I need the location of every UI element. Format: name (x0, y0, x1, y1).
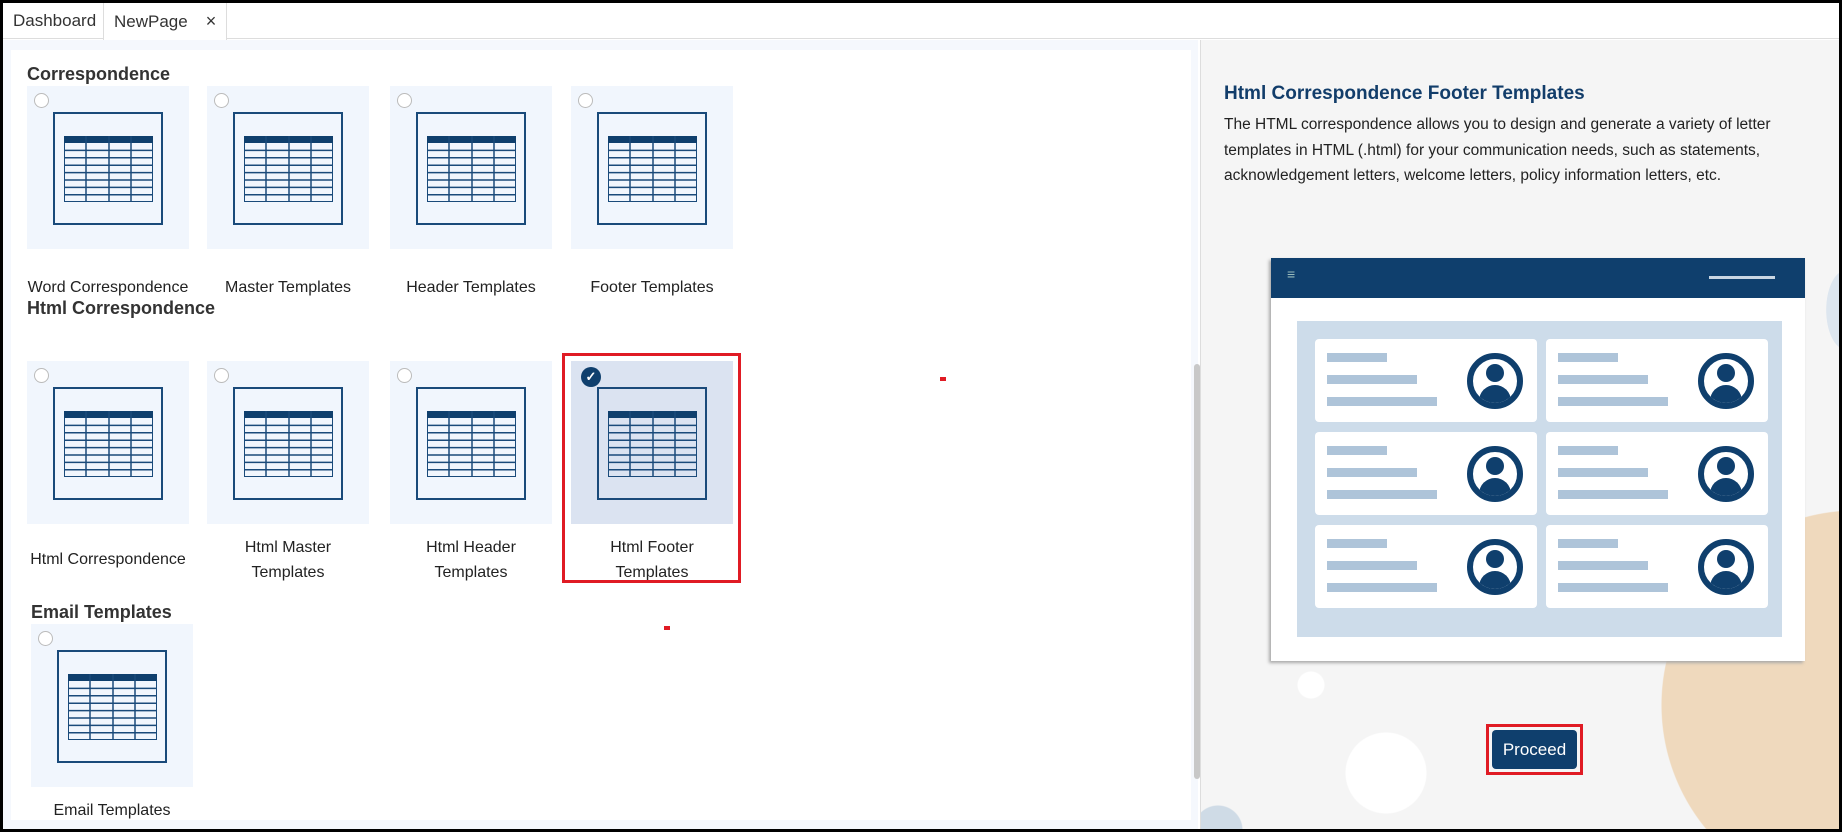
table-icon (608, 136, 697, 202)
radio-button[interactable] (34, 368, 49, 383)
table-icon (244, 136, 333, 202)
user-avatar-icon (1467, 353, 1523, 409)
detail-title: Html Correspondence Footer Templates (1224, 83, 1585, 104)
profile-card (1315, 339, 1537, 422)
header-bar (1709, 276, 1775, 279)
template-illustration: ≡ (1271, 258, 1805, 661)
marker (664, 626, 670, 630)
document-icon (233, 112, 343, 225)
tab-dashboard[interactable]: Dashboard (3, 3, 106, 39)
radio-button[interactable] (214, 368, 229, 383)
app-window: Dashboard NewPage × Correspondence Word Co… (3, 3, 1839, 829)
tab-label: NewPage (114, 12, 188, 31)
section-heading: Email Templates (31, 602, 172, 622)
template-card[interactable] (27, 361, 189, 524)
table-icon (68, 674, 157, 740)
section-heading: Correspondence (27, 64, 171, 84)
template-card[interactable] (31, 624, 193, 787)
template-card[interactable] (390, 86, 552, 249)
user-avatar-icon (1698, 539, 1754, 595)
radio-button[interactable] (397, 93, 412, 108)
user-avatar-icon (1467, 446, 1523, 502)
template-card[interactable] (27, 86, 189, 249)
tab-bar: Dashboard NewPage × (3, 3, 1839, 40)
detail-panel: Html Correspondence Footer Templates The… (1200, 40, 1839, 829)
template-card[interactable] (390, 361, 552, 524)
table-icon (64, 136, 153, 202)
user-avatar-icon (1698, 446, 1754, 502)
template-card[interactable] (207, 361, 369, 524)
document-icon (416, 112, 526, 225)
template-label[interactable]: Html Master Templates (227, 535, 349, 585)
tab-newpage[interactable]: NewPage × (103, 3, 228, 40)
document-icon (233, 387, 343, 500)
document-icon (53, 387, 163, 500)
profile-card (1315, 525, 1537, 608)
template-label[interactable]: Word Correspondence (17, 275, 199, 300)
radio-button[interactable] (38, 631, 53, 646)
document-icon (53, 112, 163, 225)
template-list-panel: Correspondence Word Correspondence Master … (3, 40, 1198, 829)
template-list: Correspondence Word Correspondence Master … (11, 50, 1191, 820)
menu-icon: ≡ (1287, 266, 1296, 282)
template-label[interactable]: Html Correspondence (17, 547, 199, 572)
highlight-box (562, 353, 741, 583)
tab-label: Dashboard (13, 11, 97, 30)
illustration-header: ≡ (1271, 258, 1805, 298)
user-avatar-icon (1467, 539, 1523, 595)
profile-card (1546, 525, 1768, 608)
close-icon[interactable]: × (206, 11, 217, 31)
table-icon (427, 136, 516, 202)
radio-button[interactable] (34, 93, 49, 108)
marker (940, 377, 946, 381)
document-icon (57, 650, 167, 763)
profile-card (1546, 432, 1768, 515)
document-icon (416, 387, 526, 500)
document-icon (597, 112, 707, 225)
template-label[interactable]: Email Templates (21, 798, 203, 823)
proceed-button[interactable]: Proceed (1492, 730, 1577, 769)
profile-card (1315, 432, 1537, 515)
radio-button[interactable] (214, 93, 229, 108)
template-card[interactable] (571, 86, 733, 249)
detail-description: The HTML correspondence allows you to de… (1224, 116, 1771, 184)
user-avatar-icon (1698, 353, 1754, 409)
template-label[interactable]: Html Header Templates (410, 535, 532, 585)
template-label[interactable]: Footer Templates (561, 275, 743, 300)
template-label[interactable]: Header Templates (380, 275, 562, 300)
section-heading: Html Correspondence (27, 298, 216, 318)
template-card[interactable] (207, 86, 369, 249)
table-icon (427, 411, 516, 477)
radio-button[interactable] (397, 368, 412, 383)
table-icon (64, 411, 153, 477)
illustration-body (1297, 321, 1782, 637)
profile-card (1546, 339, 1768, 422)
radio-button[interactable] (578, 93, 593, 108)
template-label[interactable]: Master Templates (197, 275, 379, 300)
table-icon (244, 411, 333, 477)
